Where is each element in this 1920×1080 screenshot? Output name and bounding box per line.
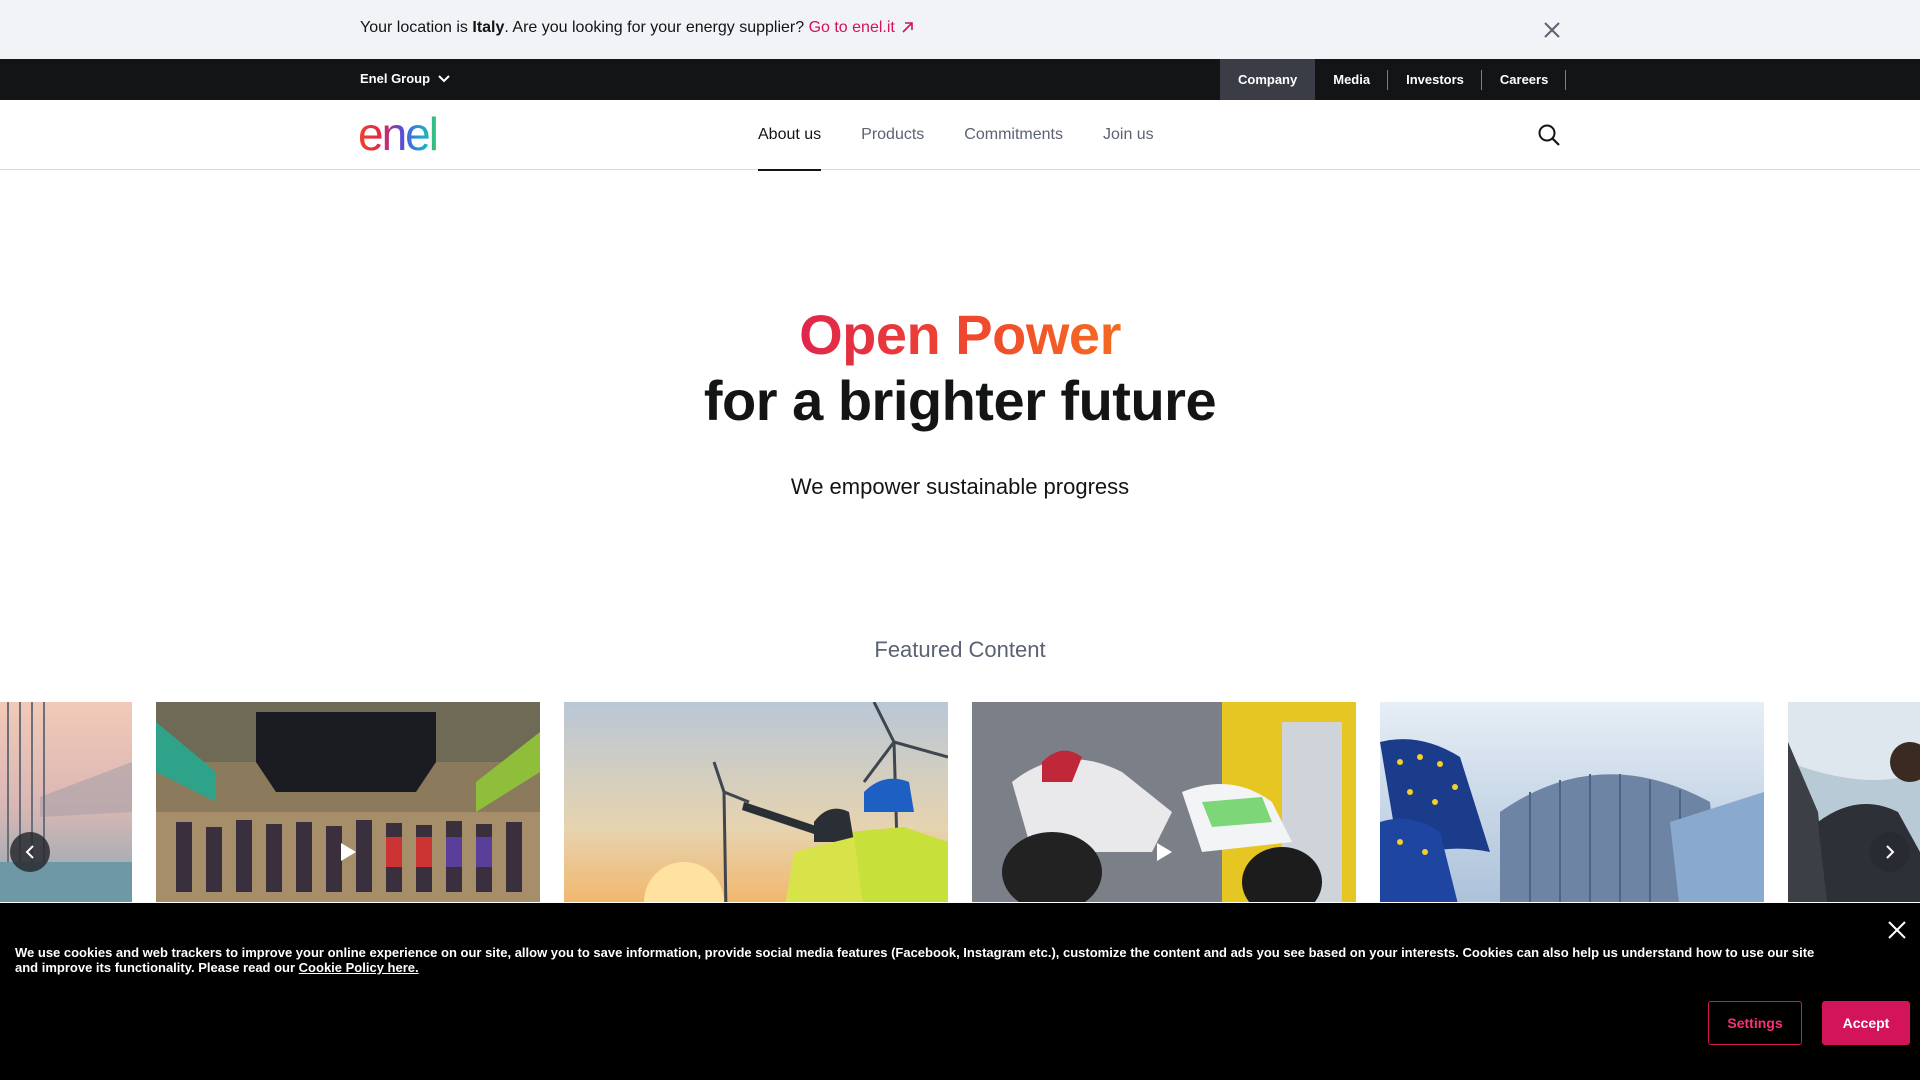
close-cookie-icon[interactable] bbox=[1886, 919, 1908, 941]
location-country: Italy bbox=[472, 19, 505, 36]
chevron-right-icon bbox=[1886, 845, 1895, 859]
top-link-careers[interactable]: Careers bbox=[1482, 59, 1567, 100]
featured-card[interactable] bbox=[564, 702, 948, 902]
top-link-media[interactable]: Media bbox=[1315, 59, 1388, 100]
wind-turbine-workers-photo bbox=[564, 702, 948, 902]
featured-card[interactable] bbox=[972, 702, 1356, 902]
featured-card[interactable] bbox=[1380, 702, 1764, 902]
enel-group-dropdown[interactable]: Enel Group bbox=[360, 71, 450, 86]
cookie-message: We use cookies and web trackers to impro… bbox=[15, 945, 1815, 975]
hero-line1: Open Power bbox=[799, 303, 1121, 366]
carousel-next-button[interactable] bbox=[1870, 832, 1910, 872]
bridge-sunset-photo bbox=[0, 702, 132, 902]
enel-group-label: Enel Group bbox=[360, 71, 431, 86]
cookie-accept-button[interactable]: Accept bbox=[1822, 1001, 1910, 1045]
go-to-link-label: Go to enel.it bbox=[808, 19, 895, 36]
location-prefix: Your location is bbox=[360, 19, 473, 36]
cookie-settings-button[interactable]: Settings bbox=[1708, 1001, 1802, 1045]
top-link-company[interactable]: Company bbox=[1220, 59, 1316, 100]
group-nav-bar: Enel Group Company Media Investors Caree… bbox=[0, 59, 1920, 100]
location-banner: Your location is Italy. Are you looking … bbox=[0, 0, 1920, 59]
main-header: enel About us Products Commitments Join … bbox=[0, 100, 1920, 171]
featured-card[interactable] bbox=[0, 702, 132, 902]
location-message: Your location is Italy. Are you looking … bbox=[360, 19, 914, 37]
group-nav-links: Company Media Investors Careers bbox=[1220, 59, 1567, 100]
play-icon[interactable] bbox=[1154, 842, 1174, 862]
top-link-investors[interactable]: Investors bbox=[1388, 59, 1482, 100]
cookie-policy-link[interactable]: Cookie Policy here. bbox=[299, 960, 419, 975]
race-finish-line-photo bbox=[156, 702, 540, 902]
nav-products[interactable]: Products bbox=[861, 100, 924, 170]
carousel-prev-button[interactable] bbox=[10, 832, 50, 872]
enel-logo[interactable]: enel bbox=[358, 114, 462, 156]
eu-flags-parliament-photo bbox=[1380, 702, 1764, 902]
featured-content-title: Featured Content bbox=[874, 637, 1046, 662]
nav-join-us[interactable]: Join us bbox=[1103, 100, 1154, 170]
person-outdoors-photo bbox=[1788, 702, 1920, 902]
main-nav: About us Products Commitments Join us bbox=[758, 100, 1154, 171]
hero-headline: for a brighter future bbox=[703, 369, 1217, 432]
electric-motorbike-photo bbox=[972, 702, 1356, 902]
close-banner-icon[interactable] bbox=[1542, 20, 1562, 40]
cookie-banner: We use cookies and web trackers to impro… bbox=[0, 903, 1920, 1080]
featured-card[interactable] bbox=[156, 702, 540, 902]
featured-carousel bbox=[0, 702, 1920, 902]
featured-card[interactable] bbox=[1788, 702, 1920, 902]
go-to-enel-it-link[interactable]: Go to enel.it bbox=[809, 19, 914, 36]
chevron-down-icon bbox=[438, 74, 450, 82]
play-icon[interactable] bbox=[338, 842, 358, 862]
hero-subtitle: We empower sustainable progress bbox=[790, 474, 1130, 499]
chevron-left-icon bbox=[25, 845, 34, 859]
location-suffix: . Are you looking for your energy suppli… bbox=[504, 19, 809, 36]
external-arrow-icon bbox=[902, 22, 913, 33]
hero-headline-accent: Open Power bbox=[0, 302, 1920, 367]
cookie-text: We use cookies and web trackers to impro… bbox=[15, 945, 1815, 975]
svg-text:enel: enel bbox=[358, 114, 437, 156]
nav-about-us[interactable]: About us bbox=[758, 100, 822, 171]
search-icon[interactable] bbox=[1536, 122, 1562, 148]
nav-commitments[interactable]: Commitments bbox=[964, 100, 1063, 170]
